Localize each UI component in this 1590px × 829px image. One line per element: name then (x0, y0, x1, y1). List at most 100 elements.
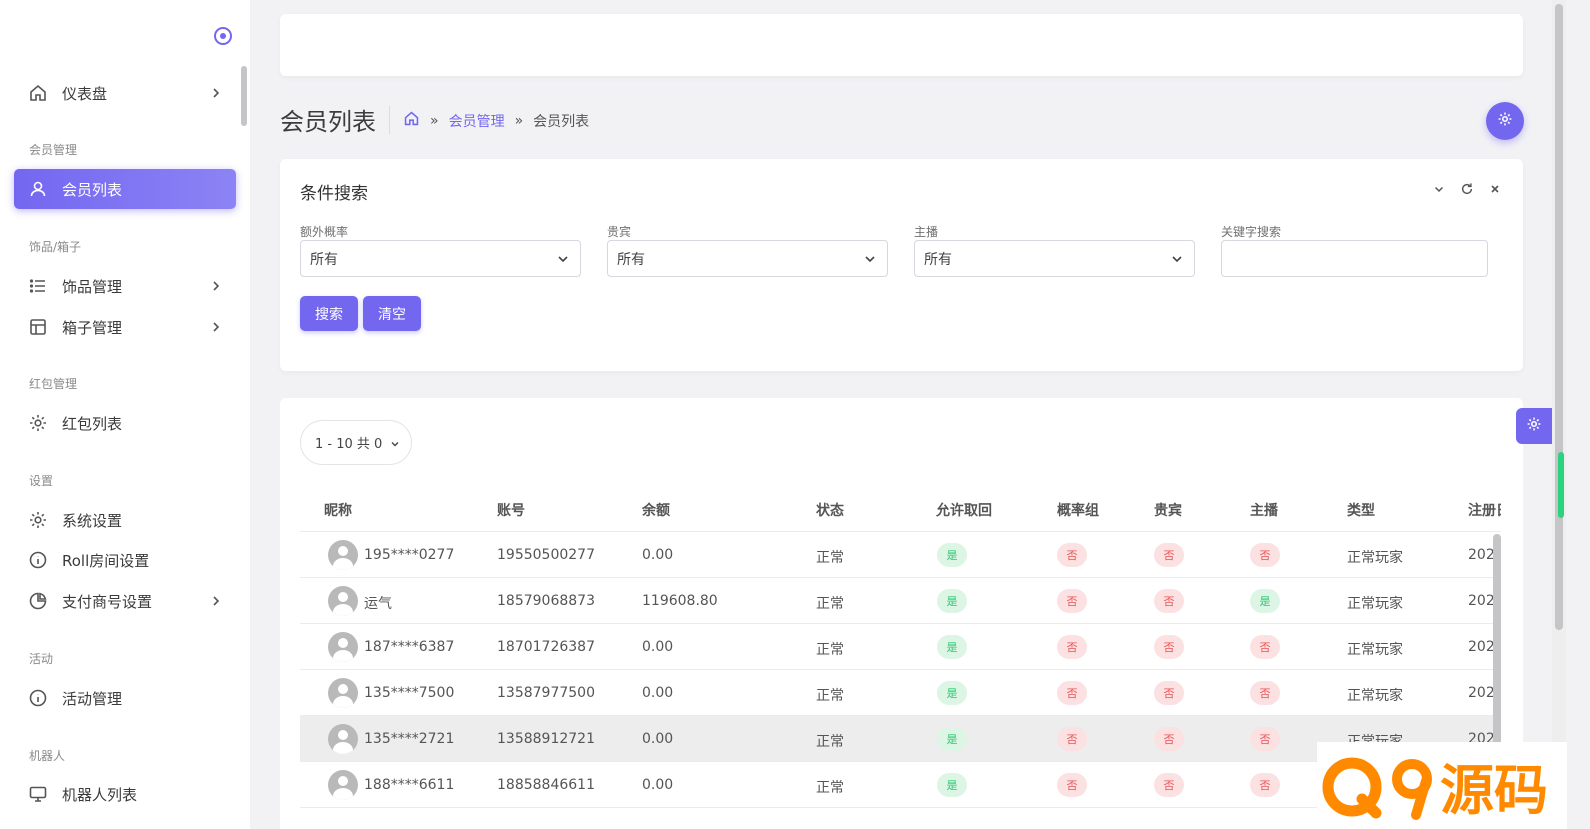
status-badge: 是 (937, 589, 967, 613)
sidebar-item-box-management[interactable]: 箱子管理 (14, 307, 236, 347)
cell-nickname: 135****7500 (364, 685, 455, 701)
cell-balance: 0.00 (642, 547, 674, 563)
breadcrumb-link-member-management[interactable]: 会员管理 (449, 111, 505, 131)
sidebar-item-robot-list[interactable]: 机器人列表 (14, 774, 236, 814)
column-header-anchor[interactable]: 主播 (1250, 500, 1278, 520)
select-value: 所有 (310, 251, 338, 268)
nav-section-items: 饰品/箱子 (29, 240, 82, 254)
close-icon[interactable] (1487, 181, 1503, 197)
sidebar-item-member-list[interactable]: 会员列表 (14, 169, 236, 209)
watermark-q9-logo-icon: 源码 (1322, 757, 1548, 821)
status-badge: 否 (1057, 543, 1087, 567)
anchor-select[interactable]: 所有 (914, 240, 1195, 277)
cell-status: 正常 (816, 780, 844, 796)
cell-type: 正常玩家 (1347, 596, 1403, 612)
extra-probability-select[interactable]: 所有 (300, 240, 581, 277)
sidebar-item-system-settings[interactable]: 系统设置 (14, 500, 236, 540)
filter-label-vip: 贵宾 (607, 225, 632, 239)
sidebar: 仪表盘 会员管理 会员列表 饰品/箱子 饰品管理 箱子管理 红包管理 红包列表 … (0, 0, 250, 829)
sidebar-item-activity-management[interactable]: 活动管理 (14, 678, 236, 718)
sidebar-scrollbar[interactable] (241, 66, 247, 126)
status-badge: 是 (937, 727, 967, 751)
refresh-icon[interactable] (1459, 181, 1475, 197)
chevron-down-icon (390, 438, 400, 448)
table-row[interactable]: 运气 18579068873 119608.80 正常 是 否 否 是 正常玩家… (300, 578, 1501, 624)
watermark-logo: 源码 (1317, 742, 1567, 829)
sidebar-collapse-toggle-icon[interactable] (214, 27, 232, 45)
page-title: 会员列表 (280, 108, 376, 136)
gear-icon (28, 413, 48, 433)
info-icon (28, 688, 48, 708)
sidebar-item-dashboard[interactable]: 仪表盘 (14, 73, 236, 113)
filter-label-extra-probability: 额外概率 (300, 225, 349, 239)
sidebar-header (0, 0, 250, 70)
sidebar-item-label: 箱子管理 (62, 318, 123, 337)
status-badge: 否 (1250, 681, 1280, 705)
column-header-allow-retrieve[interactable]: 允许取回 (936, 500, 992, 520)
cell-nickname: 运气 (364, 596, 392, 612)
table-row[interactable]: 195****0277 19550500277 0.00 正常 是 否 否 否 … (300, 532, 1501, 578)
home-icon[interactable] (403, 110, 420, 131)
cell-status: 正常 (816, 734, 844, 750)
chevron-down-icon (556, 252, 570, 266)
cell-account: 19550500277 (497, 547, 595, 563)
column-header-type[interactable]: 类型 (1347, 500, 1375, 520)
search-button[interactable]: 搜索 (300, 296, 358, 331)
breadcrumb: » 会员管理 » 会员列表 (403, 110, 589, 131)
column-header-register-date[interactable]: 注册日 (1468, 500, 1501, 520)
cell-balance: 0.00 (642, 685, 674, 701)
column-header-status[interactable]: 状态 (816, 500, 844, 520)
cell-account: 18701726387 (497, 639, 595, 655)
pagination-size-select[interactable]: 1 - 10 共 0 (300, 420, 412, 465)
status-badge: 是 (937, 681, 967, 705)
cell-register-date: 202 (1468, 547, 1495, 563)
status-badge: 否 (1154, 635, 1184, 659)
chevron-right-icon (208, 593, 224, 609)
info-icon (28, 550, 48, 570)
column-header-vip[interactable]: 贵宾 (1154, 500, 1182, 520)
sidebar-item-redpacket-list[interactable]: 红包列表 (14, 403, 236, 443)
sidebar-item-item-management[interactable]: 饰品管理 (14, 266, 236, 306)
breadcrumb-separator: » (514, 112, 524, 129)
sidebar-item-label: 活动管理 (62, 689, 123, 708)
home-icon (28, 83, 48, 103)
filter-label-keyword: 关键字搜索 (1221, 225, 1282, 239)
customizer-toggle-button[interactable] (1516, 408, 1552, 444)
table-row[interactable]: 187****6387 18701726387 0.00 正常 是 否 否 否 … (300, 624, 1501, 670)
gear-icon (28, 510, 48, 530)
page-scrollbar-thumb[interactable] (1555, 4, 1563, 630)
table-row[interactable]: 135****7500 13587977500 0.00 正常 是 否 否 否 … (300, 670, 1501, 716)
user-icon (28, 179, 48, 199)
sidebar-item-roll-room-settings[interactable]: Roll房间设置 (14, 540, 236, 580)
gear-icon (1497, 111, 1513, 131)
status-badge: 否 (1154, 773, 1184, 797)
sidebar-item-label: 饰品管理 (62, 277, 123, 296)
status-badge: 否 (1154, 681, 1184, 705)
avatar (328, 632, 358, 662)
cell-nickname: 195****0277 (364, 547, 455, 563)
sidebar-item-payment-merchant[interactable]: 支付商号设置 (14, 581, 236, 621)
sidebar-item-label: 支付商号设置 (62, 592, 153, 611)
column-header-nickname[interactable]: 昵称 (324, 500, 352, 520)
status-badge: 否 (1057, 589, 1087, 613)
column-header-account[interactable]: 账号 (497, 500, 525, 520)
clear-button[interactable]: 清空 (363, 296, 421, 331)
nav-section-member: 会员管理 (29, 143, 78, 157)
table-header: 昵称 账号 余额 状态 允许取回 概率组 贵宾 主播 类型 注册日 (300, 486, 1501, 532)
chevron-down-icon[interactable] (1431, 181, 1447, 197)
settings-button[interactable] (1486, 102, 1524, 140)
cell-register-date: 202 (1468, 639, 1495, 655)
sidebar-item-label: 会员列表 (62, 180, 123, 199)
avatar (328, 678, 358, 708)
cell-type: 正常玩家 (1347, 550, 1403, 566)
column-header-balance[interactable]: 余额 (642, 500, 670, 520)
column-header-probability-group[interactable]: 概率组 (1057, 500, 1099, 520)
vip-select[interactable]: 所有 (607, 240, 888, 277)
chevron-right-icon (208, 85, 224, 101)
filter-label-anchor: 主播 (914, 225, 939, 239)
status-badge: 是 (937, 773, 967, 797)
keyword-search-input[interactable] (1221, 240, 1488, 277)
status-badge: 是 (937, 635, 967, 659)
avatar (328, 770, 358, 800)
cell-register-date: 202 (1468, 685, 1495, 701)
